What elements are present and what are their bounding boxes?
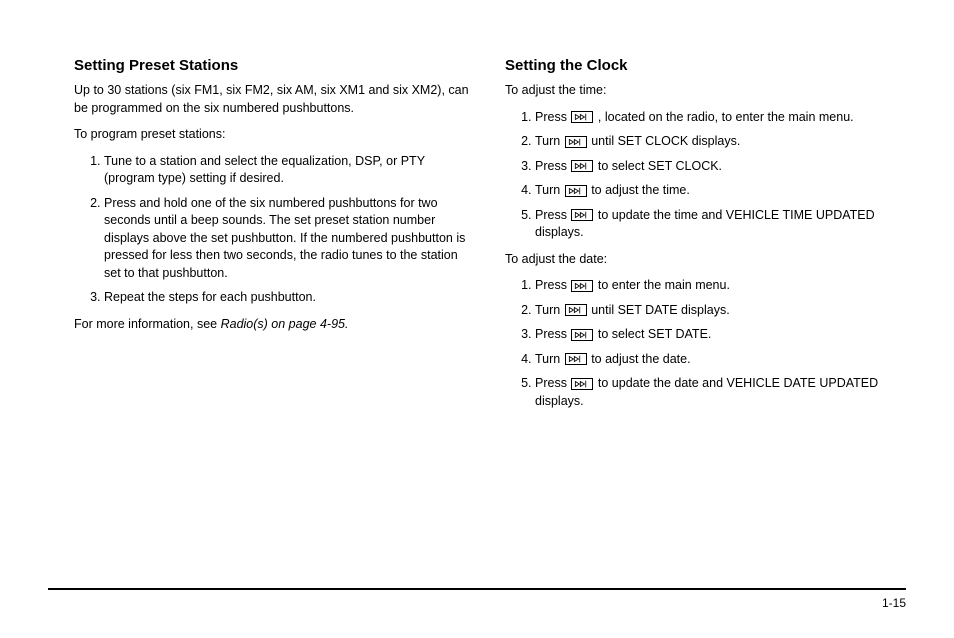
menu-button-icon — [571, 160, 593, 172]
step-text-post: to enter the main menu. — [594, 278, 730, 292]
step-text-pre: Turn — [535, 134, 564, 148]
step-text-pre: Press — [535, 376, 570, 390]
tune-knob-icon — [565, 304, 587, 316]
list-item: Press to update the time and VEHICLE TIM… — [535, 207, 906, 242]
step-text-pre: Turn — [535, 303, 564, 317]
list-item: Turn to adjust the date. — [535, 351, 906, 369]
preset-intro: Up to 30 stations (six FM1, six FM2, six… — [74, 82, 475, 117]
step-text-pre: Press — [535, 110, 570, 124]
left-column: Setting Preset Stations Up to 30 station… — [74, 55, 475, 419]
list-item: Press to update the date and VEHICLE DAT… — [535, 375, 906, 410]
step-text-pre: Turn — [535, 183, 564, 197]
step-text-post: to select SET DATE. — [594, 327, 711, 341]
menu-button-icon — [571, 378, 593, 390]
date-steps: Press to enter the main menu. Turn until … — [505, 277, 906, 410]
step-text-pre: Press — [535, 327, 570, 341]
menu-button-icon — [571, 280, 593, 292]
step-text-pre: Turn — [535, 352, 564, 366]
step-text-pre: Press — [535, 278, 570, 292]
step-text-post: until SET CLOCK displays. — [588, 134, 741, 148]
preset-closing: For more information, see Radio(s) on pa… — [74, 316, 475, 334]
page-number: 1-15 — [48, 596, 906, 610]
list-item: Press and hold one of the six numbered p… — [104, 195, 475, 283]
list-item: Turn until SET DATE displays. — [535, 302, 906, 320]
step-text-post: until SET DATE displays. — [588, 303, 730, 317]
right-column: Setting the Clock To adjust the time: Pr… — [505, 55, 906, 419]
date-lead: To adjust the date: — [505, 251, 906, 269]
tune-knob-icon — [565, 353, 587, 365]
list-item: Press to select SET CLOCK. — [535, 158, 906, 176]
step-text-post: to adjust the time. — [588, 183, 690, 197]
list-item: Press to enter the main menu. — [535, 277, 906, 295]
time-lead: To adjust the time: — [505, 82, 906, 100]
menu-button-icon — [571, 329, 593, 341]
list-item: Turn to adjust the time. — [535, 182, 906, 200]
list-item: Press to select SET DATE. — [535, 326, 906, 344]
menu-button-icon — [571, 209, 593, 221]
step-text-post: to select SET CLOCK. — [594, 159, 722, 173]
preset-lead: To program preset stations: — [74, 126, 475, 144]
list-item: Tune to a station and select the equaliz… — [104, 153, 475, 188]
step-text-post: , located on the radio, to enter the mai… — [594, 110, 853, 124]
step-text-pre: Press — [535, 159, 570, 173]
footer-rule — [48, 588, 906, 590]
tune-knob-icon — [565, 185, 587, 197]
list-item: Press , located on the radio, to enter t… — [535, 109, 906, 127]
step-text-pre: Press — [535, 208, 570, 222]
step-text-post: to adjust the date. — [588, 352, 691, 366]
preset-steps: Tune to a station and select the equaliz… — [74, 153, 475, 307]
section-heading-preset: Setting Preset Stations — [74, 55, 475, 76]
time-steps: Press , located on the radio, to enter t… — [505, 109, 906, 242]
list-item: Turn until SET CLOCK displays. — [535, 133, 906, 151]
section-heading-clock: Setting the Clock — [505, 55, 906, 76]
menu-button-icon — [571, 111, 593, 123]
tune-knob-icon — [565, 136, 587, 148]
list-item: Repeat the steps for each pushbutton. — [104, 289, 475, 307]
page-footer: 1-15 — [48, 588, 906, 610]
